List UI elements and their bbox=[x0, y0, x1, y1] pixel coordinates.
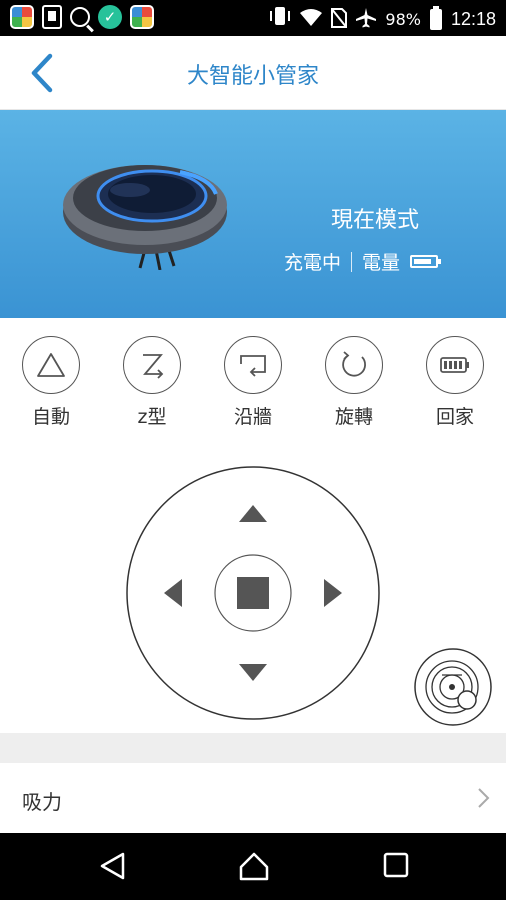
stop-icon bbox=[237, 577, 269, 609]
mode-label: 自動 bbox=[31, 406, 70, 428]
robot-vacuum-image bbox=[63, 165, 227, 270]
mode-return-home[interactable]: 回家 bbox=[415, 336, 495, 429]
move-right-button[interactable] bbox=[306, 563, 356, 623]
system-nav-bar bbox=[0, 833, 506, 900]
chevron-right-icon bbox=[478, 788, 490, 808]
divider bbox=[351, 251, 353, 272]
suction-label: 吸力 bbox=[22, 790, 62, 814]
page-title: 大智能小管家 bbox=[186, 64, 319, 89]
mode-label: 沿牆 bbox=[233, 406, 272, 428]
status-bar: ✓ 98% 12:18 bbox=[0, 0, 506, 36]
nav-home-icon[interactable] bbox=[238, 851, 270, 881]
stop-button[interactable] bbox=[214, 554, 292, 632]
battery-label: 電量 bbox=[362, 252, 401, 274]
mode-label: 旋轉 bbox=[334, 406, 373, 428]
no-sim-icon bbox=[330, 6, 349, 32]
vibrate-icon bbox=[269, 6, 291, 33]
move-left-button[interactable] bbox=[150, 563, 200, 623]
mode-label: z型 bbox=[137, 406, 167, 428]
check-icon: ✓ bbox=[98, 5, 122, 29]
notification-icons: ✓ bbox=[10, 5, 154, 29]
device-status: 充電中 電量 bbox=[284, 248, 442, 275]
system-icons: 98% 12:18 bbox=[269, 6, 496, 33]
cleaning-modes: 自動 z型 沿牆 旋轉 回家 bbox=[0, 336, 506, 436]
photos-icon bbox=[10, 5, 34, 29]
mode-spin[interactable]: 旋轉 bbox=[314, 336, 394, 429]
wifi-icon bbox=[300, 8, 323, 31]
mode-zigzag[interactable]: z型 bbox=[112, 336, 192, 429]
nav-recents-icon[interactable] bbox=[382, 851, 410, 879]
search-icon bbox=[70, 7, 90, 27]
battery-home-icon bbox=[426, 336, 484, 394]
mode-auto[interactable]: 自動 bbox=[11, 336, 91, 429]
wall-follow-icon bbox=[224, 336, 282, 394]
nav-back-icon[interactable] bbox=[98, 851, 128, 881]
triangle-icon bbox=[22, 336, 80, 394]
section-divider bbox=[0, 733, 506, 763]
move-down-button[interactable] bbox=[223, 650, 283, 700]
direction-controller bbox=[0, 460, 506, 730]
charging-status: 充電中 bbox=[284, 252, 342, 274]
suction-setting-row[interactable]: 吸力 bbox=[0, 763, 506, 833]
clock: 12:18 bbox=[450, 9, 496, 29]
battery-icon bbox=[429, 6, 442, 30]
airplane-icon bbox=[356, 7, 377, 32]
status-banner: 現在模式 充電中 電量 bbox=[0, 110, 506, 318]
mode-label: 回家 bbox=[435, 406, 474, 428]
robot-view-button[interactable] bbox=[414, 648, 492, 726]
clipboard-icon bbox=[42, 5, 62, 29]
battery-level-icon bbox=[410, 255, 442, 268]
photos-icon bbox=[130, 5, 154, 29]
battery-percent: 98% bbox=[385, 10, 421, 29]
move-up-button[interactable] bbox=[223, 490, 283, 540]
app-header: 大智能小管家 bbox=[0, 36, 506, 110]
spin-icon bbox=[325, 336, 383, 394]
zigzag-icon bbox=[123, 336, 181, 394]
current-mode-title: 現在模式 bbox=[330, 208, 419, 233]
mode-wall-follow[interactable]: 沿牆 bbox=[213, 336, 293, 429]
